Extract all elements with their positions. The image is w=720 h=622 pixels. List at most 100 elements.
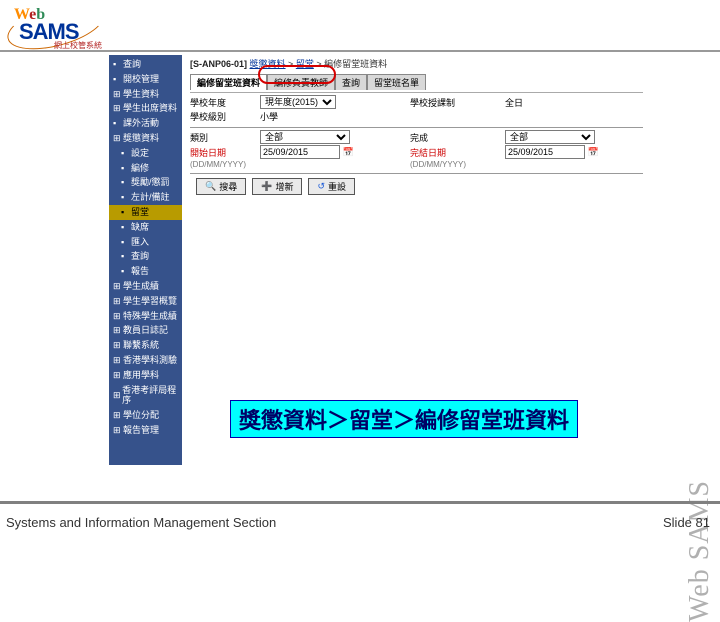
sidebar-item-label: 特殊學生成績: [123, 311, 177, 322]
plus-icon: ⊞: [113, 311, 123, 322]
sidebar-subitem[interactable]: ▪匯入: [109, 235, 182, 250]
sidebar-subitem-label: 報告: [131, 266, 149, 277]
completion-status-select[interactable]: 全部: [505, 130, 595, 144]
slide-footer: Systems and Information Management Secti…: [0, 500, 720, 540]
breadcrumb-link-1[interactable]: 獎懲資料: [250, 59, 286, 69]
sidebar-item[interactable]: ⊞獎懲資料: [109, 131, 182, 146]
bullet-icon: ▪: [121, 251, 131, 262]
tab[interactable]: 留堂班名單: [367, 74, 426, 90]
school-level-label: 學校級別: [190, 110, 260, 123]
add-button[interactable]: ➕ 增新: [252, 178, 302, 195]
bullet-icon: ▪: [121, 237, 131, 248]
sidebar-item[interactable]: ⊞應用學科: [109, 368, 182, 383]
plus-icon: ⊞: [113, 325, 123, 336]
school-year-label: 學校年度: [190, 96, 260, 109]
sidebar-item[interactable]: ⊞香港學科測驗: [109, 353, 182, 368]
sidebar-item[interactable]: ⊞學位分配: [109, 408, 182, 423]
end-date-format-hint: (DD/MM/YYYY): [410, 160, 505, 169]
school-session-label: 學校授課制: [410, 96, 505, 109]
search-button[interactable]: 🔍 搜尋: [196, 178, 246, 195]
calendar-icon[interactable]: 📅: [343, 147, 354, 157]
sidebar-item[interactable]: ▪查詢: [109, 57, 182, 72]
sidebar-subitem[interactable]: ▪編修: [109, 161, 182, 176]
sidebar-item[interactable]: ⊞報告管理: [109, 423, 182, 438]
sidebar-item-label: 學位分配: [123, 410, 159, 421]
sidebar-item[interactable]: ⊞香港考評局程序: [109, 383, 182, 409]
plus-icon: ⊞: [113, 340, 123, 351]
sidebar-subitem[interactable]: ▪左計/備註: [109, 190, 182, 205]
reset-icon: ↺: [317, 181, 325, 192]
plus-icon: ⊞: [113, 133, 123, 144]
breadcrumb-current: 編修留堂班資料: [324, 59, 387, 69]
sidebar-item[interactable]: ⊞特殊學生成績: [109, 309, 182, 324]
sidebar-item-label: 獎懲資料: [123, 133, 159, 144]
sidebar-subitem-label: 查詢: [131, 251, 149, 262]
reset-button[interactable]: ↺ 重設: [308, 178, 355, 195]
plus-icon: ⊞: [113, 410, 123, 421]
bullet-icon: ▪: [121, 207, 131, 218]
sidebar-item[interactable]: ⊞學生成績: [109, 279, 182, 294]
sidebar-item[interactable]: ▪開校管理: [109, 72, 182, 87]
search-button-label: 搜尋: [219, 180, 237, 193]
bullet-icon: ▪: [121, 266, 131, 277]
tab[interactable]: 編修留堂班資料: [190, 74, 267, 90]
bullet-icon: ▪: [121, 177, 131, 188]
sidebar-item-label: 學生成績: [123, 281, 159, 292]
tab-bar: 編修留堂班資料編修負責教師查詢留堂班名單: [190, 74, 649, 90]
bullet-icon: ▪: [121, 163, 131, 174]
calendar-icon[interactable]: 📅: [588, 147, 599, 157]
sidebar-subitem[interactable]: ▪查詢: [109, 249, 182, 264]
sidebar-subitem-label: 設定: [131, 148, 149, 159]
sidebar-item-label: 學生學習概覽: [123, 296, 177, 307]
plus-icon: ⊞: [113, 89, 123, 100]
end-date-label: 完結日期: [410, 146, 505, 159]
tab[interactable]: 編修負責教師: [267, 74, 335, 90]
school-year-select[interactable]: 現年度(2015): [260, 95, 336, 109]
bullet-icon: ▪: [113, 74, 123, 85]
sidebar-subitem[interactable]: ▪缺席: [109, 220, 182, 235]
footer-slide-number: Slide 81: [663, 515, 710, 530]
school-session-value: 全日: [505, 96, 635, 109]
sidebar-item-label: 應用學科: [123, 370, 159, 381]
sidebar-item[interactable]: ⊞學生資料: [109, 87, 182, 102]
sidebar-item-label: 開校管理: [123, 74, 159, 85]
sidebar-subitem-label: 留堂: [131, 207, 149, 218]
header-divider: [0, 50, 720, 52]
plus-icon: ⊞: [113, 355, 123, 366]
sidebar-subitem-label: 匯入: [131, 237, 149, 248]
plus-icon: ⊞: [113, 103, 123, 114]
sidebar-item-label: 報告管理: [123, 425, 159, 436]
add-button-label: 增新: [275, 180, 293, 193]
sidebar-subitem-label: 編修: [131, 163, 149, 174]
bullet-icon: ▪: [121, 192, 131, 203]
sidebar-item[interactable]: ⊞聯繫系統: [109, 338, 182, 353]
app-logo: Web SAMS 網上校管系統: [4, 4, 109, 49]
sidebar-subitem[interactable]: ▪報告: [109, 264, 182, 279]
sidebar-nav: ▪查詢▪開校管理⊞學生資料⊞學生出席資料▪課外活動⊞獎懲資料▪設定▪編修▪獎勵/…: [109, 55, 182, 465]
sidebar-item-label: 學生出席資料: [123, 103, 177, 114]
sidebar-item[interactable]: ⊞學生出席資料: [109, 101, 182, 116]
class-code-label: 類別: [190, 131, 260, 144]
start-date-label: 開始日期: [190, 146, 260, 159]
sidebar-item-label: 課外活動: [123, 118, 159, 129]
sidebar-item[interactable]: ⊞學生學習概覽: [109, 294, 182, 309]
sidebar-subitem[interactable]: ▪留堂: [109, 205, 182, 220]
end-date-input[interactable]: [505, 145, 585, 159]
completion-status-label: 完成: [410, 131, 505, 144]
bullet-icon: ▪: [113, 59, 123, 70]
search-form: 學校年度 現年度(2015) 學校授課制 全日 學校級別 小學 類別 全部: [184, 90, 649, 195]
sidebar-subitem-label: 缺席: [131, 222, 149, 233]
sidebar-item[interactable]: ⊞教員日誌記: [109, 323, 182, 338]
sidebar-subitem[interactable]: ▪獎勵/懲罰: [109, 175, 182, 190]
sidebar-item[interactable]: ▪課外活動: [109, 116, 182, 131]
start-date-input[interactable]: [260, 145, 340, 159]
bullet-icon: ▪: [113, 118, 123, 129]
sidebar-subitem[interactable]: ▪設定: [109, 146, 182, 161]
class-code-select[interactable]: 全部: [260, 130, 350, 144]
breadcrumb-link-2[interactable]: 留堂: [296, 59, 314, 69]
plus-icon: ⊞: [113, 425, 123, 436]
start-date-format-hint: (DD/MM/YYYY): [190, 160, 260, 169]
tab[interactable]: 查詢: [335, 74, 367, 90]
sidebar-item-label: 香港學科測驗: [123, 355, 177, 366]
sidebar-subitem-label: 獎勵/懲罰: [131, 177, 170, 188]
